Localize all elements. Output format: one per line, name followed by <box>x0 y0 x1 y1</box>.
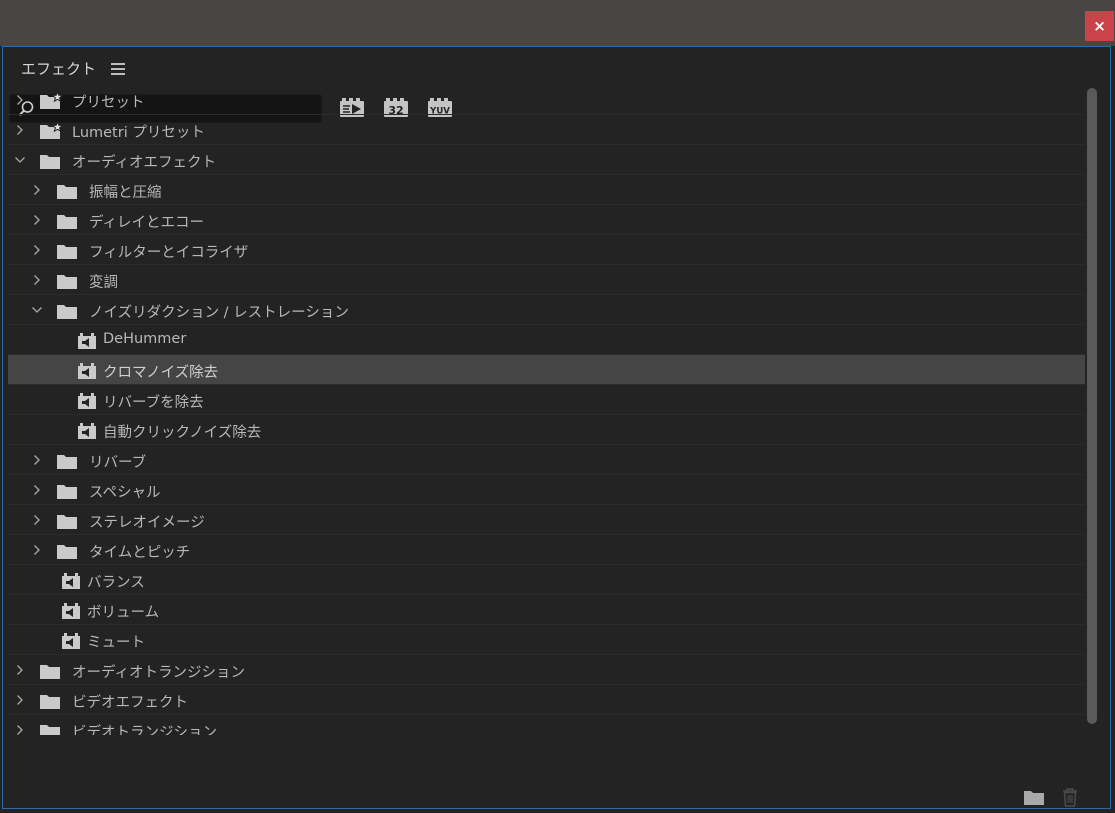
tree-folder-row[interactable]: ディレイとエコー <box>8 205 1085 235</box>
new-bin-icon[interactable] <box>1023 788 1045 806</box>
tree-item-label: ビデオエフェクト <box>72 695 188 711</box>
tree-folder-row[interactable]: フィルターとイコライザ <box>8 235 1085 265</box>
tree-folder-row[interactable]: オーディオエフェクト <box>8 145 1085 175</box>
chevron-right-icon[interactable] <box>31 484 43 496</box>
scrollbar-thumb[interactable] <box>1087 88 1097 724</box>
panel-menu-icon[interactable] <box>111 63 125 75</box>
tree-folder-row[interactable]: ステレオイメージ <box>8 505 1085 535</box>
tree-item-label: フィルターとイコライザ <box>89 245 249 261</box>
tree-item-label: クロマノイズ除去 <box>103 365 219 381</box>
tree-effect-row[interactable]: リバーブを除去 <box>8 385 1085 415</box>
folder-icon <box>57 455 77 469</box>
tree-item-label: DeHummer <box>103 331 187 347</box>
chevron-right-icon[interactable] <box>14 694 26 706</box>
chevron-down-icon[interactable] <box>14 154 26 166</box>
audio-effect-icon <box>62 573 80 589</box>
tree-scrollbar[interactable] <box>1085 85 1099 735</box>
chevron-right-icon[interactable] <box>31 214 43 226</box>
tree-item-label: ディレイとエコー <box>89 215 204 231</box>
tree-folder-row[interactable]: ビデオエフェクト <box>8 685 1085 715</box>
tree-folder-row[interactable]: プリセット <box>8 85 1085 115</box>
tree-folder-row[interactable]: リバーブ <box>8 445 1085 475</box>
tree-effect-row[interactable]: 自動クリックノイズ除去 <box>8 415 1085 445</box>
tree-item-label: 変調 <box>89 275 118 291</box>
audio-effect-icon <box>78 393 96 409</box>
tree-item-label: Lumetri プリセット <box>72 125 205 141</box>
folder-icon <box>40 155 60 169</box>
tree-item-label: プリセット <box>72 95 145 111</box>
chevron-right-icon[interactable] <box>14 124 26 136</box>
chevron-right-icon[interactable] <box>14 94 26 106</box>
tree-item-label: 振幅と圧縮 <box>89 185 162 201</box>
tree-effect-row[interactable]: ボリューム <box>8 595 1085 625</box>
folder-icon <box>57 275 77 289</box>
tree-item-label: ミュート <box>87 635 145 651</box>
audio-effect-icon <box>78 363 96 379</box>
tree-item-label: スペシャル <box>89 485 161 501</box>
tree-folder-row[interactable]: スペシャル <box>8 475 1085 505</box>
tree-effect-row[interactable]: DeHummer <box>8 325 1085 355</box>
audio-effect-icon <box>62 633 80 649</box>
chevron-down-icon[interactable] <box>31 304 43 316</box>
panel-title: エフェクト <box>21 60 97 78</box>
folder-icon <box>57 305 77 319</box>
tree-effect-row[interactable]: バランス <box>8 565 1085 595</box>
audio-effect-icon <box>78 333 96 349</box>
window-titlebar <box>0 0 1115 46</box>
chevron-right-icon[interactable] <box>31 544 43 556</box>
folder-icon <box>57 245 77 259</box>
chevron-right-icon[interactable] <box>31 274 43 286</box>
tree-folder-row[interactable]: ノイズリダクション / レストレーション <box>8 295 1085 325</box>
tree-item-label: リバーブ <box>89 455 147 471</box>
trash-icon[interactable] <box>1061 787 1079 807</box>
chevron-right-icon[interactable] <box>14 664 26 676</box>
tree-folder-row[interactable]: オーディオトランジション <box>8 655 1085 685</box>
tree-folder-row[interactable]: 振幅と圧縮 <box>8 175 1085 205</box>
tree-folder-row[interactable]: タイムとピッチ <box>8 535 1085 565</box>
preset-folder-icon <box>40 92 63 109</box>
effects-tree: プリセット Lumetri プリセット オーディオエフェクト振幅と圧縮ディレイとエコ… <box>8 85 1085 735</box>
chevron-right-icon[interactable] <box>31 514 43 526</box>
tree-folder-row[interactable]: 変調 <box>8 265 1085 295</box>
chevron-right-icon[interactable] <box>31 454 43 466</box>
tree-item-label: ステレオイメージ <box>89 515 205 531</box>
tree-folder-row[interactable]: Lumetri プリセット <box>8 115 1085 145</box>
tree-item-label: ボリューム <box>87 605 160 621</box>
tree-item-label: オーディオエフェクト <box>72 155 216 171</box>
tree-item-label: ノイズリダクション / レストレーション <box>89 305 349 321</box>
folder-icon <box>57 185 77 199</box>
chevron-right-icon[interactable] <box>31 184 43 196</box>
tree-item-label: 自動クリックノイズ除去 <box>103 425 262 441</box>
tree-effect-row[interactable]: ミュート <box>8 625 1085 655</box>
preset-folder-icon <box>40 122 63 139</box>
folder-icon <box>57 515 77 529</box>
folder-icon <box>40 665 60 679</box>
chevron-right-icon[interactable] <box>14 724 26 735</box>
audio-effect-icon <box>78 423 96 439</box>
tree-folder-row[interactable]: ビデオトランジション <box>8 715 1085 735</box>
folder-icon <box>40 695 60 709</box>
tree-item-label: バランス <box>87 575 145 591</box>
chevron-right-icon[interactable] <box>31 244 43 256</box>
audio-effect-icon <box>62 603 80 619</box>
tree-item-label: ビデオトランジション <box>72 725 217 735</box>
tree-effect-row[interactable]: クロマノイズ除去 <box>8 355 1085 385</box>
folder-icon <box>57 215 77 229</box>
tree-item-label: オーディオトランジション <box>72 665 245 681</box>
folder-icon <box>40 725 60 735</box>
tree-item-label: タイムとピッチ <box>89 545 191 561</box>
panel-header: エフェクト <box>3 47 1110 89</box>
close-button[interactable]: × <box>1085 11 1114 41</box>
folder-icon <box>57 485 77 499</box>
folder-icon <box>57 545 77 559</box>
tree-item-label: リバーブを除去 <box>103 395 204 411</box>
